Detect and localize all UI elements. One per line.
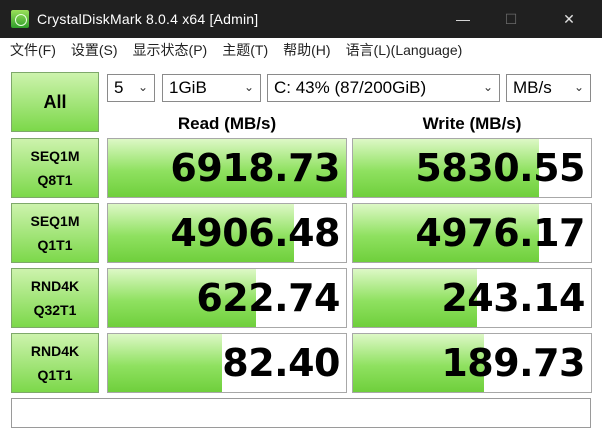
test-button-rnd4k-q32t1[interactable]: RND4K Q32T1 [11, 268, 99, 328]
main-panel: All 5 ⌄ 1GiB ⌄ C: 43% (87/200GiB) ⌄ MB/s… [0, 62, 602, 438]
unit-value: MB/s [513, 78, 552, 97]
write-column-header: Write (MB/s) [422, 114, 522, 133]
read-result-rnd4k-q32t1: 622.74 [107, 268, 347, 328]
read-bar [108, 334, 223, 392]
chevron-down-icon: ⌄ [482, 80, 493, 94]
read-value: 4906.48 [170, 211, 340, 255]
menu-file[interactable]: 文件(F) [10, 40, 56, 60]
test-params: Q8T1 [37, 172, 73, 188]
test-size-value: 1GiB [169, 78, 207, 97]
write-value: 243.14 [441, 276, 585, 320]
test-name: SEQ1M [30, 213, 80, 229]
test-button-seq1m-q8t1[interactable]: SEQ1M Q8T1 [11, 138, 99, 198]
write-value: 5830.55 [415, 146, 585, 190]
read-value: 622.74 [196, 276, 340, 320]
read-column-header: Read (MB/s) [177, 114, 277, 133]
menu-settings[interactable]: 设置(S) [71, 40, 118, 60]
run-all-button[interactable]: All [11, 72, 99, 132]
test-params: Q1T1 [37, 237, 73, 253]
test-params: Q32T1 [33, 302, 77, 318]
app-disk-icon [11, 10, 29, 28]
test-name: SEQ1M [30, 148, 80, 164]
write-result-rnd4k-q1t1: 189.73 [352, 333, 592, 393]
title-bar: CrystalDiskMark 8.0.4 x64 [Admin] — ☐ ✕ [0, 0, 602, 38]
minimize-button[interactable]: — [440, 0, 486, 38]
close-button[interactable]: ✕ [546, 0, 592, 38]
write-result-rnd4k-q32t1: 243.14 [352, 268, 592, 328]
drive-select[interactable]: C: 43% (87/200GiB) ⌄ [267, 74, 500, 102]
read-result-seq1m-q1t1: 4906.48 [107, 203, 347, 263]
chevron-down-icon: ⌄ [243, 80, 254, 94]
test-name: RND4K [30, 343, 80, 359]
unit-select[interactable]: MB/s ⌄ [506, 74, 591, 102]
maximize-button[interactable]: ☐ [488, 0, 534, 38]
read-result-seq1m-q8t1: 6918.73 [107, 138, 347, 198]
chevron-down-icon: ⌄ [573, 80, 584, 94]
menu-help[interactable]: 帮助(H) [283, 40, 330, 60]
read-result-rnd4k-q1t1: 82.40 [107, 333, 347, 393]
test-button-seq1m-q1t1[interactable]: SEQ1M Q1T1 [11, 203, 99, 263]
menu-theme[interactable]: 主题(T) [222, 40, 268, 60]
read-value: 6918.73 [170, 146, 340, 190]
menu-display-status[interactable]: 显示状态(P) [133, 40, 208, 60]
test-button-rnd4k-q1t1[interactable]: RND4K Q1T1 [11, 333, 99, 393]
window-title: CrystalDiskMark 8.0.4 x64 [Admin] [37, 11, 259, 27]
test-count-select[interactable]: 5 ⌄ [107, 74, 155, 102]
write-result-seq1m-q8t1: 5830.55 [352, 138, 592, 198]
chevron-down-icon: ⌄ [137, 80, 148, 94]
test-size-select[interactable]: 1GiB ⌄ [162, 74, 261, 102]
write-value: 4976.17 [415, 211, 585, 255]
test-count-value: 5 [114, 78, 124, 97]
read-value: 82.40 [222, 341, 340, 385]
comment-field[interactable] [11, 398, 591, 428]
write-value: 189.73 [441, 341, 585, 385]
drive-value: C: 43% (87/200GiB) [274, 78, 427, 97]
write-result-seq1m-q1t1: 4976.17 [352, 203, 592, 263]
menu-bar: 文件(F) 设置(S) 显示状态(P) 主题(T) 帮助(H) 语言(L)(La… [0, 38, 602, 62]
test-params: Q1T1 [37, 367, 73, 383]
menu-language[interactable]: 语言(L)(Language) [346, 40, 463, 60]
test-name: RND4K [30, 278, 80, 294]
